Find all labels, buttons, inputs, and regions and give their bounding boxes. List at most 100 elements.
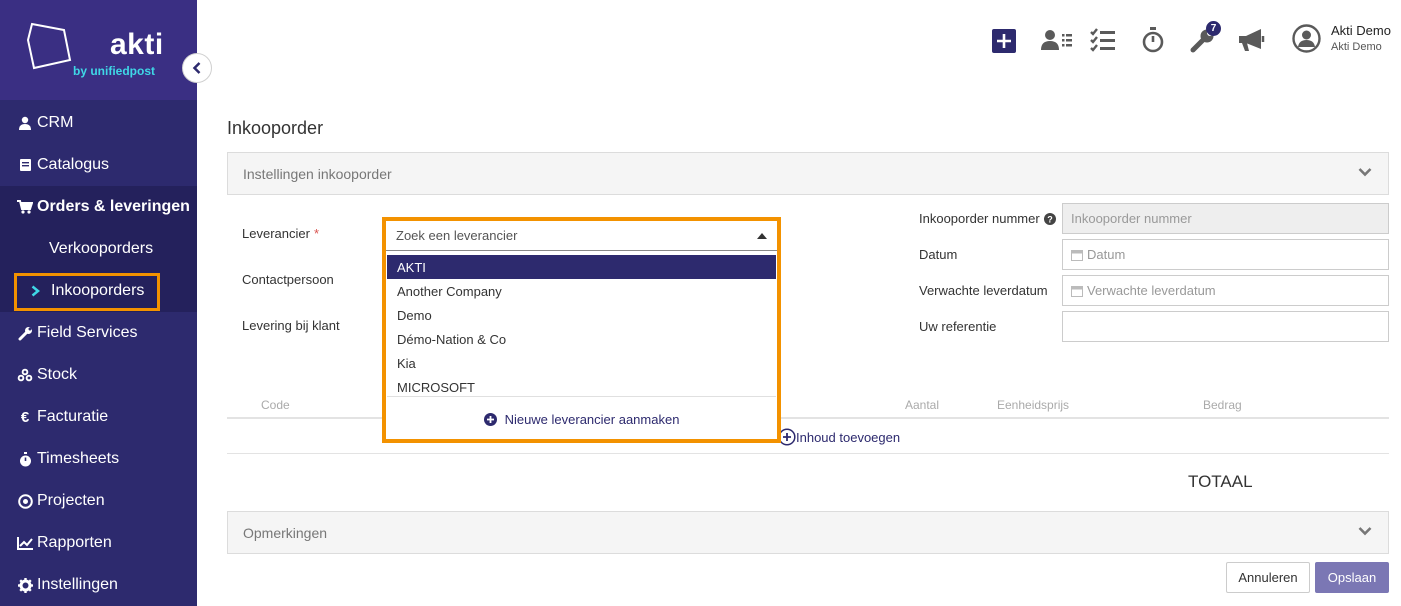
column-header-code: Code (261, 398, 290, 412)
chevron-down-icon (1358, 168, 1372, 177)
date-placeholder: Datum (1087, 247, 1126, 262)
timer-button[interactable] (1142, 27, 1164, 53)
sidebar-collapse-button[interactable] (182, 53, 212, 83)
logo-area: akti by unifiedpost (0, 0, 197, 100)
megaphone-icon (1239, 29, 1265, 51)
sidebar-item-label: Field Services (37, 324, 138, 341)
supplier-dropdown: Zoek een leverancier AKTI Another Compan… (382, 217, 781, 443)
contact-label: Contactpersoon (242, 272, 334, 287)
supplier-option[interactable]: Demo (387, 303, 776, 327)
reference-label: Uw referentie (919, 319, 997, 334)
date-input[interactable]: Datum (1062, 239, 1389, 270)
sidebar-item-projecten[interactable]: Projecten (0, 480, 197, 522)
add-content-label: Inhoud toevoegen (796, 429, 901, 445)
gear-icon (17, 577, 33, 593)
settings-panel-header[interactable]: Instellingen inkooporder (227, 152, 1389, 195)
order-number-input: Inkooporder nummer (1062, 203, 1389, 234)
sidebar-item-label: Instellingen (37, 576, 118, 593)
logo-text: akti (110, 28, 164, 61)
user-icon (17, 116, 33, 130)
sidebar-item-timesheets[interactable]: Timesheets (0, 438, 197, 480)
user-circle-icon (1292, 23, 1321, 53)
panel-title: Instellingen inkooporder (243, 165, 392, 182)
sidebar-item-rapporten[interactable]: Rapporten (0, 522, 197, 564)
remarks-panel-header[interactable]: Opmerkingen (227, 511, 1389, 554)
add-content-button[interactable]: Inhoud toevoegen (778, 428, 900, 446)
supplier-label-text: Leverancier (242, 226, 310, 241)
highlight-outline (14, 273, 160, 311)
order-number-label-text: Inkooporder nummer (919, 211, 1040, 226)
sidebar-item-label: Stock (37, 366, 78, 383)
column-header-quantity: Aantal (905, 398, 940, 412)
supplier-search-placeholder: Zoek een leverancier (396, 228, 518, 243)
chevron-down-icon (1358, 527, 1372, 536)
supplier-option[interactable]: Kia (387, 351, 776, 375)
supplier-label: Leverancier * (242, 226, 319, 241)
sidebar-item-orders[interactable]: Orders & leveringen (0, 186, 197, 228)
cart-icon (17, 200, 33, 214)
sidebar-item-crm[interactable]: CRM (0, 102, 197, 144)
expected-date-placeholder: Verwachte leverdatum (1087, 283, 1216, 298)
new-supplier-button[interactable]: Nieuwe leverancier aanmaken (386, 407, 777, 431)
reference-input[interactable] (1062, 311, 1389, 342)
supplier-search-input[interactable]: Zoek een leverancier (386, 221, 777, 251)
sidebar-item-instellingen[interactable]: Instellingen (0, 564, 197, 606)
save-button[interactable]: Opslaan (1315, 562, 1389, 593)
tasks-button[interactable] (1090, 27, 1116, 53)
column-header-unit-price: Eenheidsprijs (997, 398, 1070, 412)
add-button[interactable] (992, 28, 1016, 54)
chevron-left-icon (192, 62, 201, 74)
supplier-option[interactable]: Démo-Nation & Co (387, 327, 776, 351)
announcements-button[interactable] (1237, 27, 1267, 53)
sidebar-item-catalogus[interactable]: Catalogus (0, 144, 197, 186)
logo-tagline: by unifiedpost (73, 64, 155, 78)
calendar-icon (1071, 285, 1083, 297)
required-mark: * (313, 226, 319, 241)
stopwatch-icon (1142, 27, 1164, 53)
cubes-icon (17, 368, 33, 382)
sidebar-item-label: Orders & leveringen (37, 198, 190, 215)
sidebar-item-label: Projecten (37, 492, 105, 509)
new-supplier-label: Nieuwe leverancier aanmaken (504, 411, 680, 427)
target-icon (17, 493, 33, 509)
contacts-icon (1041, 30, 1072, 50)
sidebar: akti by unifiedpost CRM Catalogus Orders… (0, 0, 197, 606)
order-number-label: Inkooporder nummer ? (919, 211, 1056, 226)
caret-up-icon (757, 233, 767, 239)
sidebar-item-field-services[interactable]: Field Services (0, 312, 197, 354)
total-label: TOTAAL (1188, 472, 1253, 491)
sidebar-item-label: Catalogus (37, 156, 110, 173)
sidebar-item-label: Rapporten (37, 534, 112, 551)
contacts-button[interactable] (1041, 27, 1073, 53)
delivery-label: Levering bij klant (242, 318, 340, 333)
help-icon[interactable]: ? (1043, 212, 1056, 225)
sidebar-item-label: Facturatie (37, 408, 109, 425)
chart-icon (17, 536, 33, 550)
sidebar-item-stock[interactable]: Stock (0, 354, 197, 396)
notification-badge: 7 (1206, 21, 1221, 36)
sidebar-item-verkooporders[interactable]: Verkooporders (0, 228, 197, 270)
dropdown-divider (387, 396, 776, 397)
supplier-option[interactable]: Another Company (387, 279, 776, 303)
user-avatar[interactable] (1292, 23, 1321, 53)
akti-logo-icon (26, 22, 72, 70)
calendar-icon (1071, 249, 1083, 261)
panel-title: Opmerkingen (243, 524, 328, 541)
book-icon (17, 158, 33, 172)
supplier-option[interactable]: AKTI (387, 255, 776, 279)
cancel-button[interactable]: Annuleren (1226, 562, 1310, 593)
sidebar-item-facturatie[interactable]: € Facturatie (0, 396, 197, 438)
sidebar-item-label: Verkooporders (49, 240, 154, 257)
plus-icon (992, 29, 1016, 53)
page-title: Inkooporder (227, 118, 324, 138)
column-header-amount: Bedrag (1203, 398, 1242, 412)
sidebar-item-label: Timesheets (37, 450, 120, 467)
stopwatch-icon (17, 451, 33, 467)
date-label: Datum (919, 247, 958, 262)
euro-icon: € (20, 408, 30, 426)
svg-text:?: ? (1047, 214, 1053, 224)
user-name[interactable]: Akti Demo (1331, 23, 1391, 38)
expected-date-input[interactable]: Verwachte leverdatum (1062, 275, 1389, 306)
expected-date-label: Verwachte leverdatum (919, 283, 1048, 298)
user-company: Akti Demo (1331, 41, 1382, 53)
